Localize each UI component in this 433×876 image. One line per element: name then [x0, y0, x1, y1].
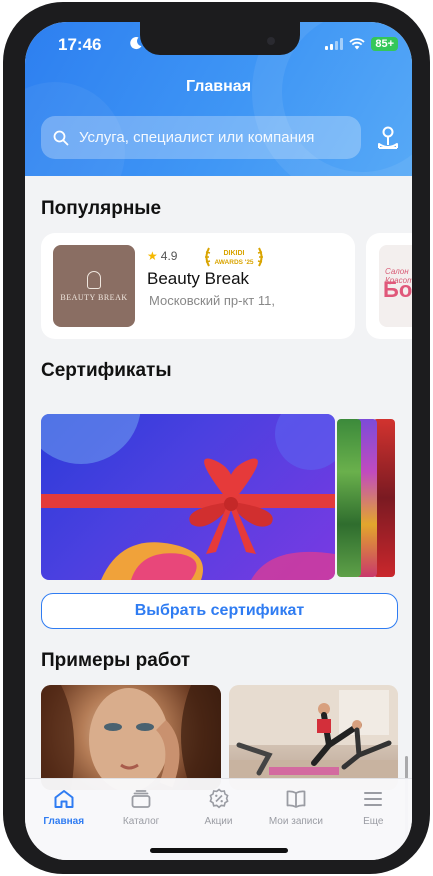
status-time: 17:46 — [58, 35, 102, 54]
power-button — [424, 264, 430, 368]
tab-label: Мои записи — [268, 816, 323, 827]
tab-label: Каталог — [122, 816, 160, 827]
star-icon: ★ — [147, 249, 158, 263]
salon-logo: Салон Красоты Бо — [379, 245, 412, 327]
book-icon — [286, 790, 306, 808]
app-screen: 17:46 85+ Главная Услуга, специалист или… — [25, 22, 412, 860]
main-content: Популярные BEAUTY BREAK ★ 4.9 DIKIDI AWA… — [25, 176, 412, 860]
salon-card[interactable]: BEAUTY BREAK ★ 4.9 DIKIDI AWARDS '25 Bea… — [41, 233, 355, 339]
tab-more[interactable]: Еще — [335, 779, 412, 860]
battery-badge: 85+ — [371, 37, 398, 51]
status-indicators: 85+ — [325, 37, 398, 51]
percent-badge-icon — [208, 788, 229, 809]
salon-logo: BEAUTY BREAK — [53, 245, 135, 327]
works-heading: Примеры работ — [41, 650, 191, 671]
salon-card-partial[interactable]: Салон Красоты Бо — [366, 233, 412, 339]
tab-label: Акции — [204, 816, 233, 827]
signal-icon — [325, 38, 344, 50]
volume-down-button — [3, 322, 9, 388]
volume-up-button — [3, 237, 9, 303]
rating: ★ 4.9 — [147, 249, 177, 263]
wifi-icon — [349, 38, 365, 50]
salon-address: Московский пр-кт 11, — [149, 293, 275, 308]
search-icon — [53, 130, 69, 145]
tab-label: Еще — [363, 816, 384, 827]
salon-name: Beauty Break — [147, 269, 250, 288]
award-badge: DIKIDI AWARDS '25 — [205, 247, 263, 267]
search-input[interactable] — [79, 129, 339, 146]
home-icon — [54, 790, 74, 808]
notch — [140, 22, 300, 55]
map-pin-icon[interactable] — [375, 124, 401, 152]
work-photo[interactable] — [41, 685, 221, 790]
home-indicator[interactable] — [150, 848, 288, 853]
popular-heading: Популярные — [41, 198, 162, 219]
svg-text:AWARDS '25: AWARDS '25 — [214, 259, 253, 266]
menu-icon — [364, 792, 383, 806]
rating-value: 4.9 — [160, 249, 178, 263]
certificate-card[interactable] — [41, 414, 335, 580]
fitness-photo — [229, 685, 398, 790]
tab-home[interactable]: Главная — [25, 779, 102, 860]
page-title: Главная — [185, 78, 252, 95]
tab-label: Главная — [43, 816, 85, 827]
gift-ribbon-illustration — [41, 414, 335, 580]
catalog-icon — [131, 790, 151, 808]
search-bar[interactable] — [41, 116, 361, 159]
work-photo[interactable] — [229, 685, 398, 790]
portrait-photo — [41, 685, 221, 790]
svg-text:DIKIDI: DIKIDI — [224, 250, 245, 257]
choose-certificate-button[interactable]: Выбрать сертификат — [41, 593, 398, 629]
mute-switch — [3, 180, 9, 208]
certificates-heading: Сертификаты — [41, 360, 172, 381]
certificate-card[interactable] — [337, 419, 361, 577]
phone-frame: 17:46 85+ Главная Услуга, специалист или… — [3, 2, 430, 874]
